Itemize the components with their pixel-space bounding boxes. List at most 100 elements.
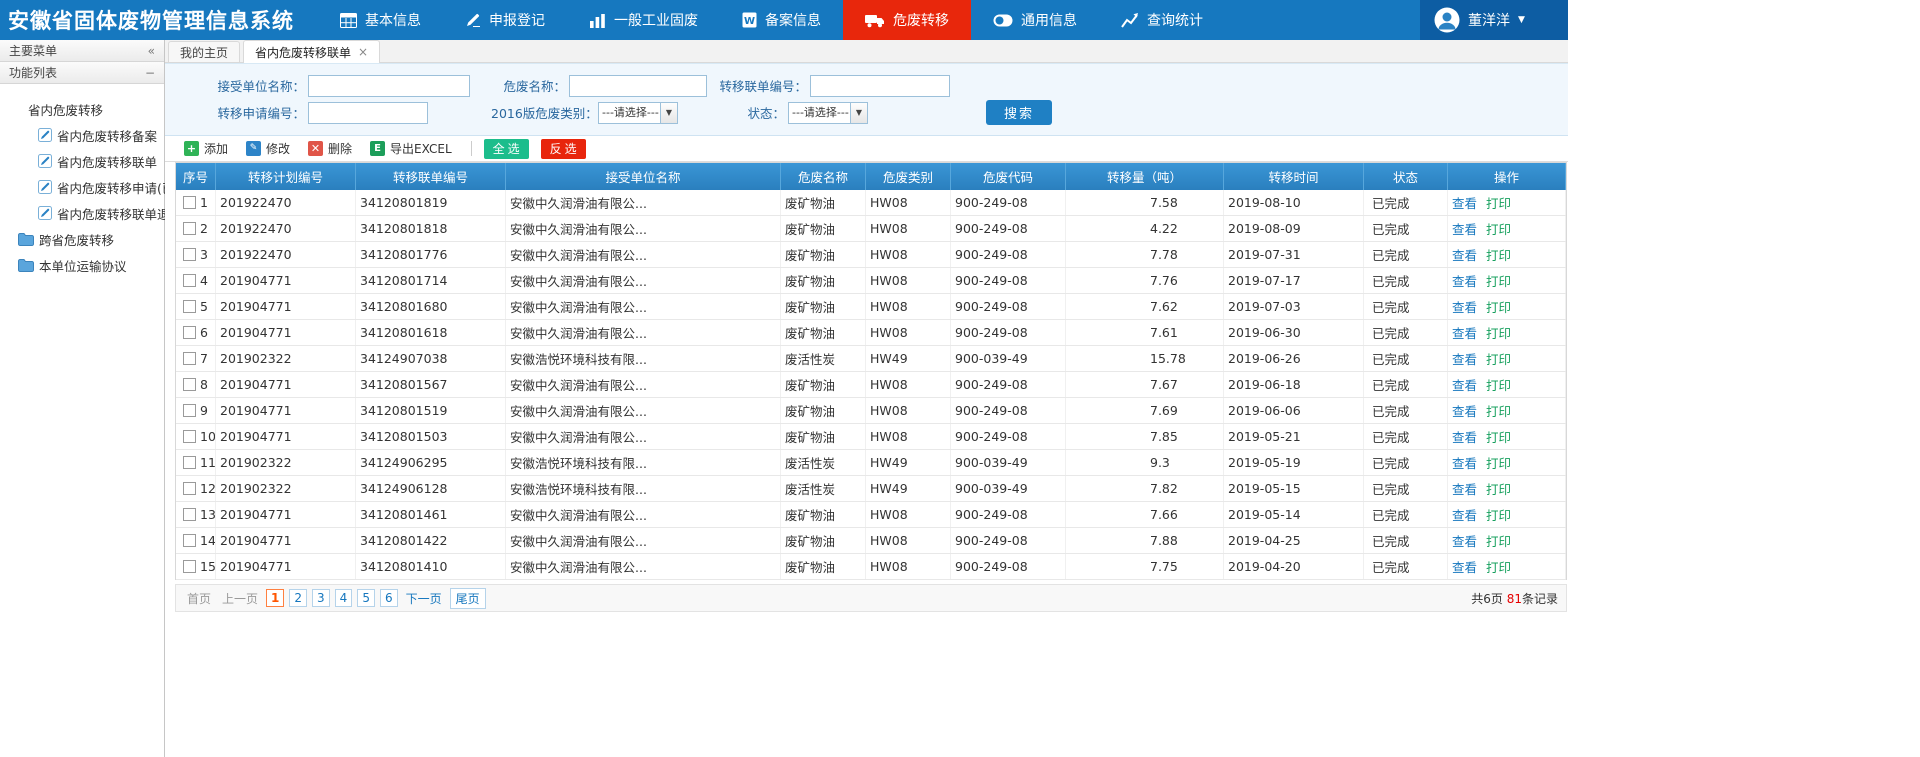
- nav-item-basic-info[interactable]: 基本信息: [318, 0, 443, 40]
- sidebar-item-provincial-transfer[interactable]: 省内危废转移: [0, 96, 164, 122]
- print-link[interactable]: 打印: [1486, 219, 1511, 238]
- print-link[interactable]: 打印: [1486, 453, 1511, 472]
- next-page-button[interactable]: 下一页: [403, 589, 445, 608]
- prev-page-button[interactable]: 上一页: [219, 589, 261, 608]
- print-link[interactable]: 打印: [1486, 271, 1511, 290]
- row-checkbox[interactable]: [183, 378, 196, 391]
- row-checkbox[interactable]: [183, 404, 196, 417]
- nav-item-hazardous-transfer[interactable]: 危废转移: [843, 0, 971, 40]
- print-link[interactable]: 打印: [1486, 557, 1511, 576]
- view-link[interactable]: 查看: [1452, 219, 1477, 238]
- row-checkbox[interactable]: [183, 300, 196, 313]
- modify-button[interactable]: ✎ 修改: [239, 140, 297, 157]
- select-all-button[interactable]: 全选: [484, 139, 529, 159]
- add-label: 添加: [204, 140, 228, 157]
- nav-item-query-stats[interactable]: 查询统计: [1099, 0, 1225, 40]
- nav-item-filing-info[interactable]: W 备案信息: [720, 0, 843, 40]
- row-checkbox[interactable]: [183, 326, 196, 339]
- row-checkbox[interactable]: [183, 482, 196, 495]
- row-checkbox[interactable]: [183, 274, 196, 287]
- row-checkbox[interactable]: [183, 456, 196, 469]
- sidebar-item-manifest-return[interactable]: 省内危废转移联单退: [0, 200, 164, 226]
- print-link[interactable]: 打印: [1486, 401, 1511, 420]
- print-link[interactable]: 打印: [1486, 531, 1511, 550]
- print-link[interactable]: 打印: [1486, 427, 1511, 446]
- receiver-name-input[interactable]: [308, 75, 470, 97]
- waste-name-input[interactable]: [569, 75, 707, 97]
- page-number-button-2[interactable]: 2: [289, 589, 307, 607]
- view-link[interactable]: 查看: [1452, 323, 1477, 342]
- last-page-button[interactable]: 尾页: [450, 588, 486, 609]
- row-checkbox[interactable]: [183, 352, 196, 365]
- row-checkbox[interactable]: [183, 248, 196, 261]
- collapse-icon[interactable]: «: [148, 44, 155, 58]
- print-link[interactable]: 打印: [1486, 349, 1511, 368]
- sidebar-item-transfer-filing[interactable]: 省内危废转移备案: [0, 122, 164, 148]
- tab-my-home[interactable]: 我的主页: [168, 41, 240, 62]
- row-checkbox[interactable]: [183, 508, 196, 521]
- view-link[interactable]: 查看: [1452, 401, 1477, 420]
- view-link[interactable]: 查看: [1452, 297, 1477, 316]
- nav-item-declaration[interactable]: 申报登记: [443, 0, 567, 40]
- modify-label: 修改: [266, 140, 290, 157]
- sidebar-header-main-menu[interactable]: 主要菜单 «: [0, 40, 164, 62]
- sidebar-item-transfer-manifest[interactable]: 省内危废转移联单: [0, 148, 164, 174]
- print-link[interactable]: 打印: [1486, 323, 1511, 342]
- view-link[interactable]: 查看: [1452, 557, 1477, 576]
- add-button[interactable]: + 添加: [177, 140, 235, 157]
- row-checkbox[interactable]: [183, 560, 196, 573]
- chevron-down-icon[interactable]: ▼: [660, 103, 677, 123]
- first-page-button[interactable]: 首页: [184, 589, 214, 608]
- view-link[interactable]: 查看: [1452, 245, 1477, 264]
- view-link[interactable]: 查看: [1452, 531, 1477, 550]
- user-menu[interactable]: 董洋洋 ▼: [1420, 0, 1568, 40]
- seq-cell: 7: [176, 346, 216, 371]
- page-number-button-4[interactable]: 4: [335, 589, 353, 607]
- waste-category-select[interactable]: ---请选择--- ▼: [598, 102, 678, 124]
- sidebar-item-transport-agreement[interactable]: 本单位运输协议: [0, 252, 164, 278]
- tab-transfer-manifest[interactable]: 省内危废转移联单 ×: [243, 40, 380, 63]
- nav-item-industrial-waste[interactable]: 一般工业固废: [567, 0, 720, 40]
- page-number-button-3[interactable]: 3: [312, 589, 330, 607]
- manifest-no-input[interactable]: [810, 75, 950, 97]
- plan-no-cell: 201904771: [216, 554, 356, 579]
- view-link[interactable]: 查看: [1452, 271, 1477, 290]
- page-number-button-6[interactable]: 6: [380, 589, 398, 607]
- search-button[interactable]: 搜索: [986, 100, 1052, 125]
- print-link[interactable]: 打印: [1486, 375, 1511, 394]
- close-icon[interactable]: ×: [358, 46, 368, 58]
- delete-button[interactable]: ✕ 删除: [301, 140, 359, 157]
- status-cell: 已完成: [1364, 528, 1448, 553]
- row-checkbox[interactable]: [183, 196, 196, 209]
- row-checkbox[interactable]: [183, 222, 196, 235]
- sidebar-item-transfer-application[interactable]: 省内危废转移申请(已: [0, 174, 164, 200]
- sidebar-item-interprovincial-transfer[interactable]: 跨省危废转移: [0, 226, 164, 252]
- row-checkbox[interactable]: [183, 430, 196, 443]
- page-number-button-5[interactable]: 5: [357, 589, 375, 607]
- view-link[interactable]: 查看: [1452, 453, 1477, 472]
- status-select[interactable]: ---请选择--- ▼: [788, 102, 868, 124]
- print-link[interactable]: 打印: [1486, 479, 1511, 498]
- view-link[interactable]: 查看: [1452, 505, 1477, 524]
- table-body: 120192247034120801819安徽中久润滑油有限公...废矿物油HW…: [176, 190, 1566, 580]
- print-link[interactable]: 打印: [1486, 505, 1511, 524]
- apply-no-input[interactable]: [308, 102, 428, 124]
- row-checkbox[interactable]: [183, 534, 196, 547]
- print-link[interactable]: 打印: [1486, 245, 1511, 264]
- nav-item-general-info[interactable]: 通用信息: [971, 0, 1099, 40]
- view-link[interactable]: 查看: [1452, 375, 1477, 394]
- chevron-down-icon[interactable]: ▼: [850, 103, 867, 123]
- print-link[interactable]: 打印: [1486, 193, 1511, 212]
- print-link[interactable]: 打印: [1486, 297, 1511, 316]
- page-number-button-1[interactable]: 1: [266, 589, 284, 607]
- export-excel-button[interactable]: E 导出EXCEL: [363, 140, 459, 157]
- date-cell: 2019-06-18: [1224, 372, 1364, 397]
- invert-selection-button[interactable]: 反选: [541, 139, 586, 159]
- view-link[interactable]: 查看: [1452, 349, 1477, 368]
- plan-no-cell: 201902322: [216, 450, 356, 475]
- view-link[interactable]: 查看: [1452, 479, 1477, 498]
- sidebar-header-function-list[interactable]: 功能列表 −: [0, 62, 164, 84]
- view-link[interactable]: 查看: [1452, 427, 1477, 446]
- minimize-icon[interactable]: −: [145, 66, 155, 80]
- view-link[interactable]: 查看: [1452, 193, 1477, 212]
